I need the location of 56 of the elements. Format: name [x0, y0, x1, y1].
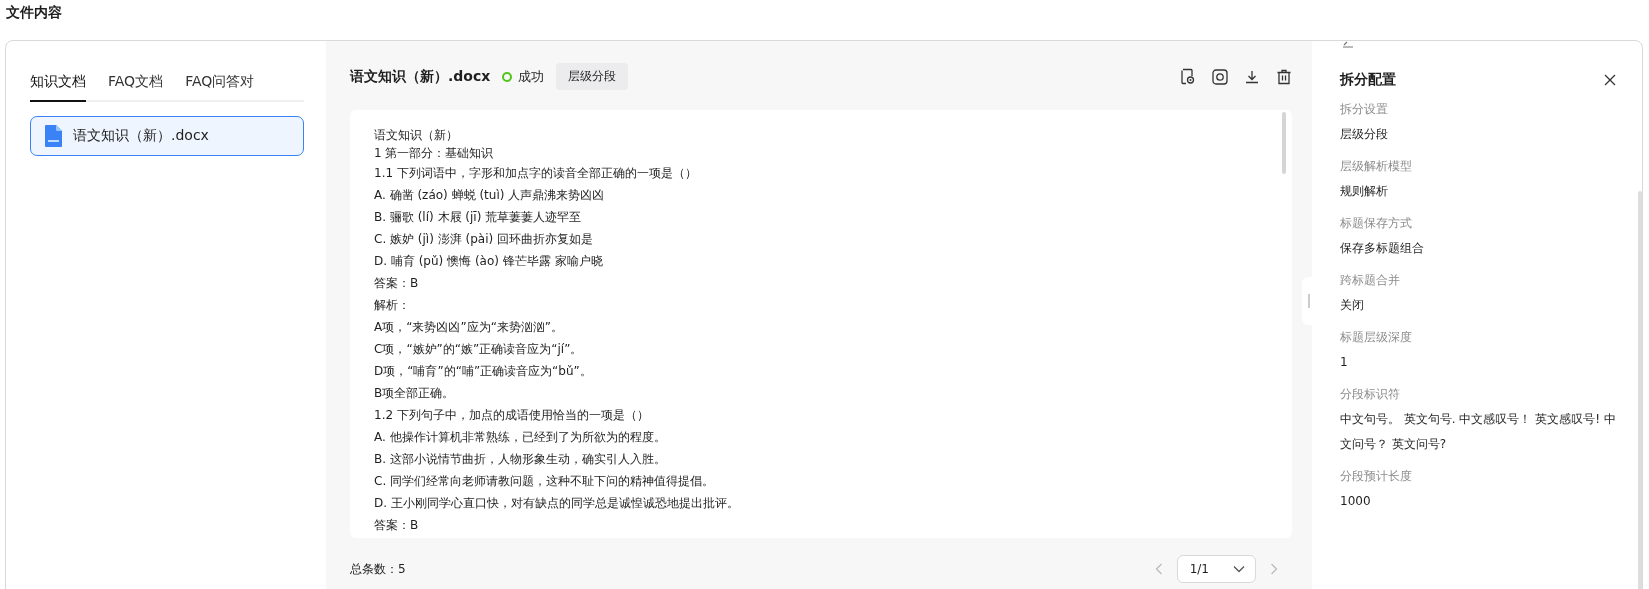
field-label: 跨标题合并 — [1340, 272, 1401, 289]
field-label: 层级解析模型 — [1340, 158, 1413, 175]
document-line: 1.1 下列词语中，字形和加点字的读音全部正确的一项是（） — [374, 165, 698, 183]
status-label: 成功 — [518, 67, 545, 86]
field-value: 层级分段 — [1340, 126, 1389, 143]
document-line: B. 骊歌 (lí) 木屐 (jī) 荒草萋萋人迹罕至 — [374, 209, 583, 227]
document-line: 1.2 下列句子中，加点的成语使用恰当的一项是（） — [374, 407, 650, 425]
document-line: A. 他操作计算机非常熟练，已经到了为所欲为的程度。 — [374, 429, 667, 447]
download-icon[interactable] — [1244, 68, 1260, 85]
file-item[interactable]: 语文知识（新）.docx — [30, 116, 304, 156]
page-title: 文件内容 — [5, 3, 63, 22]
delete-icon[interactable] — [1276, 68, 1292, 85]
document-settings-icon[interactable] — [1180, 68, 1196, 86]
document-line: C. 嫉妒 (jì) 澎湃 (pài) 回环曲折亦复如是 — [374, 231, 594, 249]
tab[interactable]: FAQ问答对 — [185, 73, 255, 102]
tab[interactable]: 知识文档 — [30, 73, 86, 102]
document-icon — [45, 125, 62, 147]
close-icon[interactable] — [1604, 74, 1616, 86]
status-dot — [502, 71, 513, 82]
field-label: 分段预计长度 — [1340, 468, 1413, 485]
field-value: 1 — [1340, 354, 1349, 371]
edit-icon[interactable] — [1342, 41, 1354, 48]
document-line: 答案：B — [374, 275, 420, 293]
field-value: 中文句号。 英文句号. 中文感叹号！ 英文感叹号! 中文问号？ 英文问号? — [1340, 411, 1617, 453]
field-value: 规则解析 — [1340, 183, 1389, 200]
field-value: 关闭 — [1340, 297, 1365, 314]
tag: 层级分段 — [556, 63, 629, 91]
document-line: D项，“哺育”的“哺”正确读音应为“bǔ”。 — [374, 363, 593, 381]
tab[interactable]: FAQ文档 — [108, 73, 164, 102]
field-label: 拆分设置 — [1340, 101, 1389, 118]
document-line: 答案：B — [374, 517, 420, 535]
scrollbar[interactable] — [1638, 191, 1642, 589]
document-line: 解析： — [374, 297, 411, 315]
field-value: 保存多标题组合 — [1340, 240, 1425, 257]
field-label: 标题层级深度 — [1340, 329, 1413, 346]
field-label: 分段标识符 — [1340, 386, 1401, 403]
document-line: C项，“嫉妒”的“嫉”正确读音应为“jí”。 — [374, 341, 584, 359]
file-name: 语文知识（新）.docx — [73, 127, 209, 145]
document-line: 1 第一部分：基础知识 — [374, 145, 495, 163]
field-value: 1000 — [1340, 493, 1372, 510]
document-line: C. 同学们经常向老师请教问题，这种不耻下问的精神值得提倡。 — [374, 473, 715, 491]
frame-icon[interactable] — [1212, 68, 1228, 85]
field-label: 标题保存方式 — [1340, 215, 1413, 232]
document-title: 语文知识（新）.docx — [350, 67, 491, 86]
total-count: 总条数：5 — [350, 560, 406, 578]
document-line: 语文知识（新） — [374, 127, 459, 145]
document-line: B. 这部小说情节曲折，人物形象生动，确实引人入胜。 — [374, 451, 667, 469]
document-line: A. 确凿 (záo) 蝉蜕 (tuì) 人声鼎沸来势凶凶 — [374, 187, 606, 205]
document-line: D. 王小刚同学心直口快，对有缺点的同学总是诚惶诚恐地提出批评。 — [374, 495, 740, 513]
chevron-down-icon — [1233, 565, 1245, 574]
panel-title: 拆分配置 — [1340, 71, 1396, 89]
document-line: D. 哺育 (pǔ) 懊悔 (ào) 锋芒毕露 家喻户晓 — [374, 253, 604, 271]
document-line: B项全部正确。 — [374, 385, 456, 403]
scrollbar[interactable] — [1282, 112, 1286, 175]
document-line: A项，“来势凶凶”应为“来势汹汹”。 — [374, 319, 565, 337]
page-select[interactable]: 1/1 — [1176, 555, 1256, 584]
